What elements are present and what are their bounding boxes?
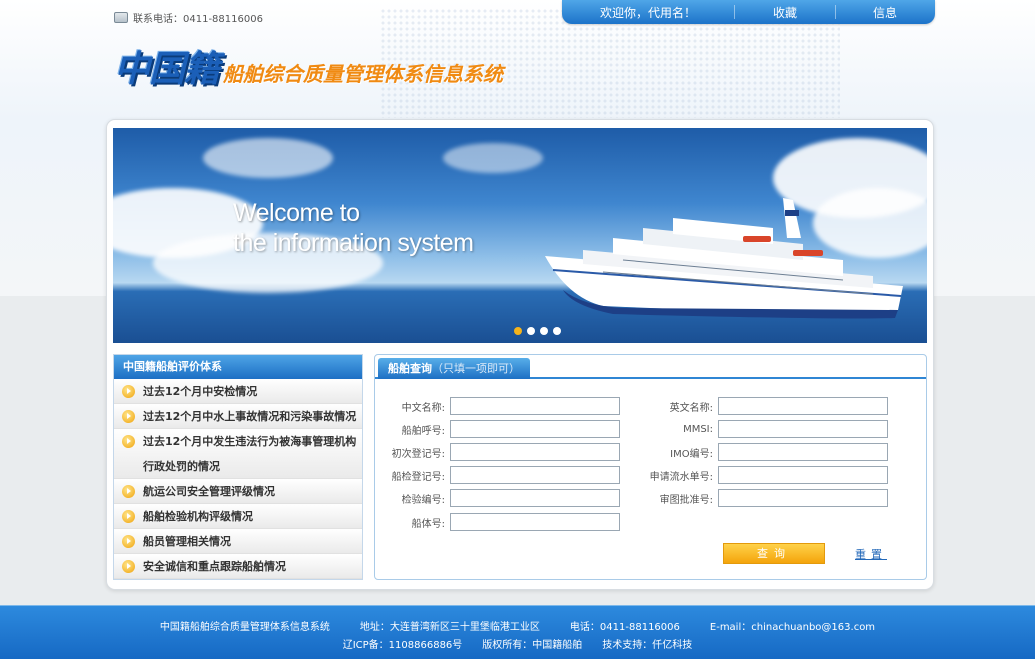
- site-logo[interactable]: 中国籍 船舶综合质量管理体系信息系统: [114, 50, 503, 90]
- slide-dot[interactable]: [553, 327, 561, 335]
- field-label: 中文名称:: [401, 402, 445, 414]
- sidebar-item-label: 航运公司安全管理评级情况: [143, 484, 275, 498]
- application-serial-input[interactable]: [718, 466, 888, 484]
- footer-copyright: 版权所有：中国籍船舶: [482, 640, 583, 651]
- field-row-english-name: 英文名称:: [642, 397, 888, 415]
- footer-row-1: 中国籍船舶综合质量管理体系信息系统 地址：大连普湾新区三十里堡临港工业区 电话：…: [0, 618, 1035, 633]
- field-row-chinese-name: 中文名称:: [374, 397, 620, 415]
- field-label: 审图批准号:: [659, 494, 713, 506]
- banner-slideshow: Welcome to the information system: [113, 128, 927, 343]
- contact-phone: 联系电话：0411-88116006: [114, 9, 263, 25]
- banner-line-1: Welcome to: [233, 199, 360, 227]
- call-sign-input[interactable]: [450, 420, 620, 438]
- slide-indicators: [514, 327, 561, 335]
- footer-address: 地址：大连普湾新区三十里堡临港工业区: [359, 622, 540, 633]
- slide-dot[interactable]: [527, 327, 535, 335]
- site-footer: 中国籍船舶综合质量管理体系信息系统 地址：大连普湾新区三十里堡临港工业区 电话：…: [0, 605, 1035, 659]
- field-label: 船舶呼号:: [401, 425, 445, 437]
- banner-line-2: the information system: [233, 229, 474, 257]
- logo-main-text: 中国籍: [114, 49, 220, 90]
- sidebar-item-label-line1: 过去12个月中发生违法行为被海事管理机构: [143, 435, 357, 448]
- arrow-bullet-icon: [122, 409, 135, 423]
- field-label: MMSI:: [683, 423, 713, 435]
- field-row-inspection-number: 检验编号:: [374, 489, 620, 507]
- english-name-input[interactable]: [718, 397, 888, 415]
- banner-welcome-text: Welcome to the information system: [233, 198, 474, 258]
- sidebar-item-inspection[interactable]: 过去12个月中安检情况: [114, 379, 362, 404]
- sidebar-item-label: 船员管理相关情况: [143, 534, 231, 548]
- sidebar-item-label: 过去12个月中发生违法行为被海事管理机构 行政处罚的情况: [143, 429, 356, 479]
- sidebar-item-crew[interactable]: 船员管理相关情况: [114, 529, 362, 554]
- drawing-approval-input[interactable]: [718, 489, 888, 507]
- field-label: IMO编号:: [670, 448, 713, 460]
- query-button[interactable]: 查询: [723, 543, 825, 564]
- slide-dot[interactable]: [540, 327, 548, 335]
- field-row-call-sign: 船舶呼号:: [374, 420, 620, 438]
- field-row-initial-registration: 初次登记号:: [374, 443, 620, 461]
- sidebar-title: 中国籍船舶评价体系: [114, 355, 362, 379]
- hull-number-input[interactable]: [450, 513, 620, 531]
- arrow-bullet-icon: [122, 534, 135, 548]
- cloud: [443, 143, 543, 173]
- field-row-hull-number: 船体号:: [374, 513, 620, 531]
- logo-subtitle: 船舶综合质量管理体系信息系统: [223, 62, 504, 86]
- field-row-mmsi: MMSI:: [642, 420, 888, 438]
- footer-system-name: 中国籍船舶综合质量管理体系信息系统: [159, 622, 330, 633]
- imo-input[interactable]: [718, 443, 888, 461]
- cloud: [203, 138, 333, 178]
- sidebar-item-company-rating[interactable]: 航运公司安全管理评级情况: [114, 479, 362, 504]
- welcome-message: 欢迎你，代用名！: [599, 5, 696, 20]
- field-label: 船检登记号:: [391, 471, 445, 483]
- mmsi-input[interactable]: [718, 420, 888, 438]
- initial-registration-input[interactable]: [450, 443, 620, 461]
- tab-ship-query[interactable]: 船舶查询（只填一项即可）: [378, 358, 530, 379]
- field-row-application-serial: 申请流水单号:: [642, 466, 888, 484]
- cruise-ship-image: [545, 198, 903, 319]
- sidebar-item-label: 船舶检验机构评级情况: [143, 509, 253, 523]
- field-label: 申请流水单号:: [649, 471, 713, 483]
- field-row-drawing-approval: 审图批准号:: [642, 489, 888, 507]
- sidebar-item-label: 过去12个月中安检情况: [143, 384, 258, 398]
- contact-phone-text: 联系电话：0411-88116006: [133, 13, 263, 25]
- field-label: 检验编号:: [401, 494, 445, 506]
- sidebar-item-inspection-agency[interactable]: 船舶检验机构评级情况: [114, 504, 362, 529]
- sidebar-item-integrity[interactable]: 安全诚信和重点跟踪船舶情况: [114, 554, 362, 579]
- nav-info-link[interactable]: 信息: [836, 4, 934, 21]
- field-row-inspection-registration: 船检登记号:: [374, 466, 620, 484]
- sidebar-item-penalties[interactable]: 过去12个月中发生违法行为被海事管理机构 行政处罚的情况: [114, 429, 362, 479]
- slide-dot[interactable]: [514, 327, 522, 335]
- nav-favorite-link[interactable]: 收藏: [735, 4, 835, 21]
- evaluation-sidebar: 中国籍船舶评价体系 过去12个月中安检情况 过去12个月中水上事故情况和污染事故…: [113, 354, 363, 580]
- sidebar-item-accidents[interactable]: 过去12个月中水上事故情况和污染事故情况: [114, 404, 362, 429]
- query-tab-title: 船舶查询: [388, 362, 432, 375]
- footer-icp[interactable]: 辽ICP备：1108866886号: [343, 636, 463, 651]
- inspection-registration-input[interactable]: [450, 466, 620, 484]
- top-nav-bar: 欢迎你，代用名！ 收藏 信息: [562, 0, 935, 24]
- arrow-bullet-icon: [122, 484, 135, 498]
- sidebar-item-label-line2: 行政处罚的情况: [143, 460, 220, 473]
- arrow-bullet-icon: [122, 559, 135, 573]
- footer-tech-support: 技术支持：仟亿科技: [602, 640, 693, 651]
- footer-row-2: 辽ICP备：1108866886号 版权所有：中国籍船舶 技术支持：仟亿科技: [0, 636, 1035, 651]
- sidebar-item-label: 过去12个月中水上事故情况和污染事故情况: [143, 409, 357, 423]
- chinese-name-input[interactable]: [450, 397, 620, 415]
- field-label: 英文名称:: [669, 402, 713, 414]
- query-box-header: 船舶查询（只填一项即可）: [375, 355, 926, 379]
- footer-email[interactable]: E-mail：chinachuanbo@163.com: [710, 618, 875, 633]
- field-row-imo: IMO编号:: [642, 443, 888, 461]
- sidebar-item-label: 安全诚信和重点跟踪船舶情况: [143, 559, 286, 573]
- arrow-bullet-icon: [122, 384, 135, 398]
- reset-link[interactable]: 重置: [855, 546, 887, 562]
- phone-icon: [114, 11, 128, 23]
- arrow-bullet-icon: [122, 435, 135, 448]
- field-label: 初次登记号:: [391, 448, 445, 460]
- inspection-number-input[interactable]: [450, 489, 620, 507]
- field-label: 船体号:: [411, 518, 445, 530]
- arrow-bullet-icon: [122, 509, 135, 523]
- footer-phone: 电话：0411-88116006: [569, 622, 680, 633]
- query-tab-note: （只填一项即可）: [432, 362, 520, 375]
